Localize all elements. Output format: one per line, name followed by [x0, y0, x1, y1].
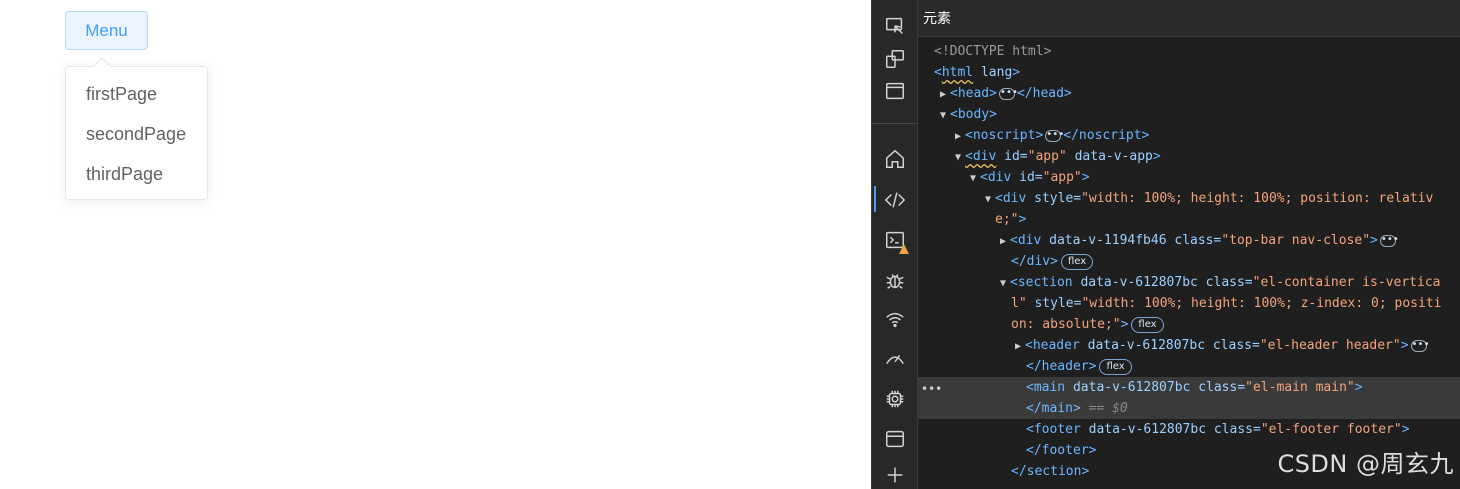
dom-node-section-cont: l" style="width: 100%; height: 100%; z-i…: [1011, 296, 1442, 311]
dom-node-div-app[interactable]: ▼ <div id="app" data-v-app>: [918, 146, 1460, 167]
dropdown-item-second-page[interactable]: secondPage: [66, 114, 207, 154]
dom-node-doctype[interactable]: <!DOCTYPE html>: [918, 41, 1460, 62]
dom-node-top-bar-close: </div> flex: [918, 251, 1460, 272]
performance-icon[interactable]: [883, 347, 907, 371]
device-emulation-icon[interactable]: [883, 47, 907, 71]
dropdown-item-third-page[interactable]: thirdPage: [66, 154, 207, 194]
dropdown-item-first-page[interactable]: firstPage: [66, 74, 207, 114]
dom-node-body[interactable]: ▼ <body>: [918, 104, 1460, 125]
panel-title: 元素: [923, 11, 951, 27]
watermark: CSDN @周玄九: [1277, 450, 1454, 478]
dom-node-head[interactable]: ▶ <head> •••</head>: [918, 83, 1460, 104]
dom-node-main-close: </main> == $0: [918, 398, 1460, 419]
dom-node-top-bar[interactable]: ▶ <div data-v-1194fb46 class="top-bar nav…: [918, 230, 1460, 251]
collapse-triangle-icon[interactable]: ▼: [951, 147, 965, 168]
collapse-triangle-icon[interactable]: ▼: [936, 105, 950, 126]
ellipsis-icon[interactable]: •••: [1410, 339, 1430, 352]
dom-tree: <!DOCTYPE html> <html lang> ▶ <head> •••</…: [918, 41, 1460, 482]
dom-node-footer[interactable]: <footer data-v-612807bc class="el-footer…: [918, 419, 1460, 440]
network-icon[interactable]: [883, 308, 907, 332]
dom-node-header[interactable]: ▶ <header data-v-612807bc class="el-heade…: [918, 335, 1460, 356]
elements-icon[interactable]: [883, 188, 907, 212]
devtools-activity-bar: [872, 0, 918, 489]
expand-triangle-icon[interactable]: ▶: [1011, 336, 1025, 357]
ellipsis-icon[interactable]: •••: [1379, 234, 1399, 247]
expand-triangle-icon[interactable]: ▶: [936, 84, 950, 105]
dom-node-section[interactable]: ▼ <section data-v-612807bc class="el-cont…: [918, 272, 1460, 293]
flex-badge[interactable]: flex: [1131, 316, 1164, 333]
elements-panel: 元素 <!DOCTYPE html> <html lang> ▶ <head> ••…: [918, 0, 1460, 489]
collapse-triangle-icon[interactable]: ▼: [996, 273, 1010, 294]
dom-node-main-selected[interactable]: <main data-v-612807bc class="el-main mai…: [918, 377, 1460, 398]
dropdown-menu: firstPage secondPage thirdPage: [65, 66, 208, 200]
inspect-icon[interactable]: [883, 14, 907, 38]
dom-node-div-style[interactable]: ▼ <div style="width: 100%; height: 100%; …: [918, 188, 1460, 209]
expand-triangle-icon[interactable]: ▶: [996, 231, 1010, 252]
window-icon[interactable]: [883, 79, 907, 103]
dom-node-div-app-inner[interactable]: ▼ <div id="app">: [918, 167, 1460, 188]
row-actions-ellipsis-icon[interactable]: •••: [921, 382, 942, 396]
page-viewport: Menu firstPage secondPage thirdPage: [0, 0, 871, 489]
collapse-triangle-icon[interactable]: ▼: [981, 189, 995, 210]
home-icon[interactable]: [883, 147, 907, 171]
flex-badge[interactable]: flex: [1099, 358, 1132, 375]
memory-chip-icon[interactable]: [883, 387, 907, 411]
active-tool-indicator: [874, 186, 876, 212]
add-tool-icon[interactable]: [883, 463, 907, 487]
dom-node-html[interactable]: <html lang>: [918, 62, 1460, 83]
bug-icon[interactable]: [883, 268, 907, 292]
dom-node-section-cont2: on: absolute;"> flex: [918, 314, 1460, 335]
flex-badge[interactable]: flex: [1060, 253, 1094, 270]
dom-node-noscript[interactable]: ▶ <noscript> •••</noscript>: [918, 125, 1460, 146]
collapse-triangle-icon[interactable]: ▼: [966, 168, 980, 189]
expand-triangle-icon[interactable]: ▶: [951, 126, 965, 147]
activity-bar-divider: [872, 123, 918, 124]
dom-node-div-style-cont: e;">: [995, 212, 1027, 227]
dom-node-header-close: </header> flex: [918, 356, 1460, 377]
ellipsis-icon[interactable]: •••: [1045, 129, 1064, 142]
menu-button[interactable]: Menu: [65, 11, 148, 50]
application-icon[interactable]: [883, 427, 907, 451]
devtools-panel: 元素 <!DOCTYPE html> <html lang> ▶ <head> ••…: [871, 0, 1460, 489]
ellipsis-icon[interactable]: •••: [998, 87, 1018, 100]
panel-header: 元素: [918, 0, 1460, 37]
